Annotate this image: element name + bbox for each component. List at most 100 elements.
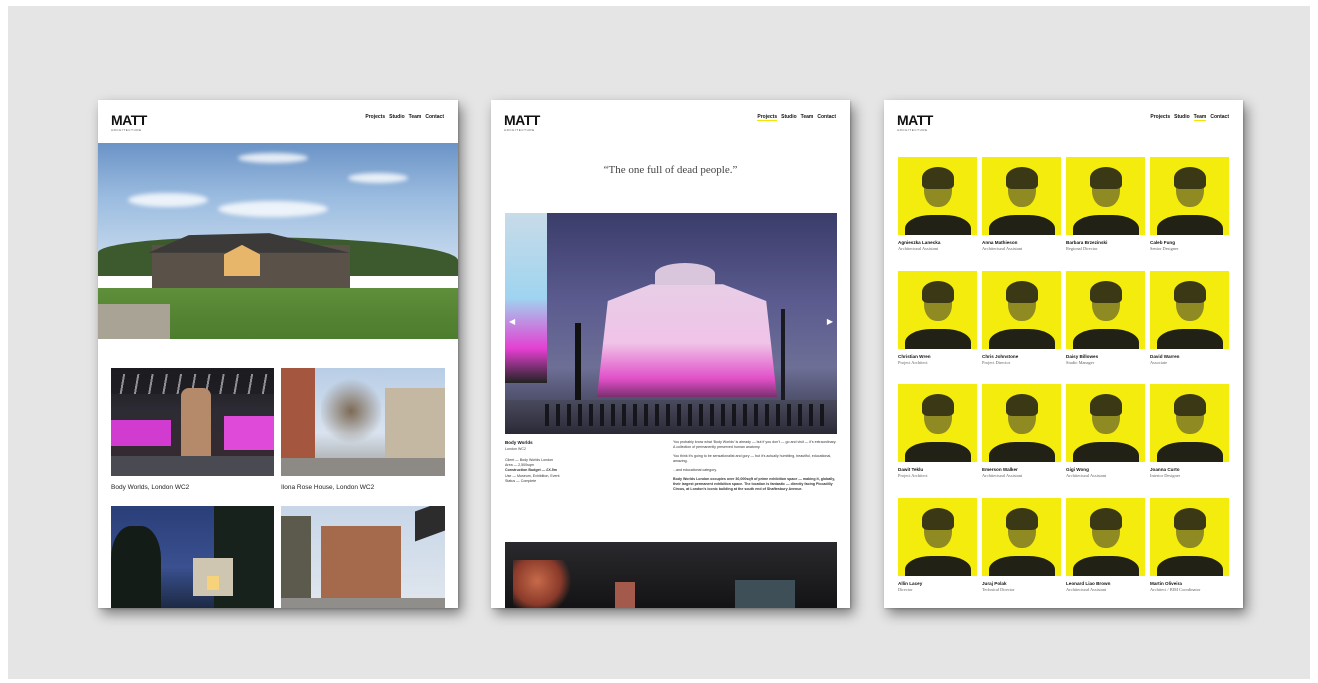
portrait-body	[1072, 215, 1139, 235]
team-member-portrait	[898, 384, 977, 462]
project-meta: Client — Body Worlds London Area — 2,500…	[505, 458, 560, 484]
portrait-body	[988, 556, 1055, 576]
team-member-role: Studio Manager	[1066, 360, 1095, 365]
nav-contact[interactable]: Contact	[425, 114, 444, 120]
team-member-card[interactable]: Dawit Teklu Project Architect	[898, 384, 977, 478]
project-caption[interactable]: Body Worlds, London WC2	[111, 484, 189, 491]
portrait-hair	[1005, 394, 1038, 416]
project-caption[interactable]: Ilona Rose House, London WC2	[281, 484, 374, 491]
logo[interactable]: MATT ARCHITECTURE	[504, 113, 540, 132]
second-image-exhibit	[615, 582, 635, 608]
team-member-card[interactable]: Emerson Walker Architectural Assistant	[982, 384, 1061, 478]
nav-team[interactable]: Team	[409, 114, 422, 120]
portrait-body	[1156, 215, 1223, 235]
logo[interactable]: MATT ARCHITECTURE	[897, 113, 933, 132]
nav-projects[interactable]: Projects	[1150, 114, 1170, 121]
portrait-hair	[1005, 508, 1038, 530]
team-member-portrait	[982, 384, 1061, 462]
thumb-tree	[111, 526, 161, 608]
gallery-next-arrow-icon[interactable]: ▶	[827, 317, 833, 326]
team-member-portrait	[982, 498, 1061, 576]
team-member-card[interactable]: Agnieszka Lanecka Architectural Assistant	[898, 157, 977, 251]
project-gallery-image[interactable]: ◀ ▶	[505, 213, 837, 434]
project-thumb-night-house[interactable]	[111, 506, 274, 608]
team-member-portrait	[1066, 271, 1145, 349]
team-member-card[interactable]: Chris Johnstone Project Director	[982, 271, 1061, 365]
team-member-card[interactable]: Martin Oliveira Architect / BIM Coordinat…	[1150, 498, 1229, 592]
nav-team[interactable]: Team	[801, 114, 814, 121]
nav-projects[interactable]: Projects	[365, 114, 385, 120]
team-member-card[interactable]: Anna Mathieson Architectural Assistant	[982, 157, 1061, 251]
team-member-card[interactable]: Allin Lacey Director	[898, 498, 977, 592]
logo-subtitle: ARCHITECTURE	[111, 128, 142, 132]
thumb-building	[321, 526, 401, 600]
description-paragraph: You probably know what ‘Body Worlds’ is …	[673, 440, 837, 449]
hero-cloud	[238, 153, 308, 163]
nav-studio[interactable]: Studio	[781, 114, 797, 121]
second-image-exhibit	[513, 560, 573, 608]
project-second-image[interactable]	[505, 542, 837, 608]
portrait-body	[988, 215, 1055, 235]
nav-projects[interactable]: Projects	[757, 114, 778, 121]
team-member-role: Architect / BIM Coordinator	[1150, 587, 1201, 592]
team-member-portrait	[1066, 157, 1145, 235]
team-member-portrait	[1150, 384, 1229, 462]
gallery-prev-arrow-icon[interactable]: ◀	[509, 317, 515, 326]
portrait-hair	[1173, 394, 1206, 416]
portrait-hair	[1089, 508, 1122, 530]
nav-contact[interactable]: Contact	[817, 114, 836, 121]
team-member-card[interactable]: Gigi Wong Architectural Assistant	[1066, 384, 1145, 478]
team-member-name: Leonard Liao Brown	[1066, 581, 1111, 586]
team-member-portrait	[898, 271, 977, 349]
hero-image[interactable]	[98, 143, 458, 339]
team-member-card[interactable]: Christian Wren Project Architect	[898, 271, 977, 365]
team-member-name: Chris Johnstone	[982, 354, 1019, 359]
team-member-card[interactable]: Juraj Polak Technical Director	[982, 498, 1061, 592]
team-member-name: Allin Lacey	[898, 581, 923, 586]
team-member-card[interactable]: David Warren Associate	[1150, 271, 1229, 365]
team-member-card[interactable]: Joanna Curto Interior Designer	[1150, 384, 1229, 478]
logo-mark: MATT	[897, 112, 933, 128]
nav-team[interactable]: Team	[1193, 114, 1207, 121]
thumb-floor	[111, 456, 274, 476]
team-member-card[interactable]: Daisy Billowes Studio Manager	[1066, 271, 1145, 365]
portrait-body	[904, 215, 971, 235]
team-member-role: Project Director	[982, 360, 1011, 365]
team-member-name: Daisy Billowes	[1066, 354, 1099, 359]
team-member-card[interactable]: Barbara Brzezinski Regional Director	[1066, 157, 1145, 251]
project-thumb-brick-block[interactable]	[281, 506, 445, 608]
team-member-card[interactable]: Leonard Liao Brown Architectural Assistan…	[1066, 498, 1145, 592]
portrait-body	[988, 442, 1055, 462]
project-thumb-body-worlds[interactable]	[111, 368, 274, 476]
nav-studio[interactable]: Studio	[389, 114, 405, 120]
nav-studio[interactable]: Studio	[1174, 114, 1190, 121]
team-member-name: Joanna Curto	[1150, 467, 1180, 472]
thumb-building	[385, 388, 445, 468]
team-member-role: Technical Director	[982, 587, 1015, 592]
project-thumb-ilona-rose[interactable]	[281, 368, 445, 476]
nav-contact[interactable]: Contact	[1210, 114, 1229, 121]
main-nav: Projects Studio Team Contact	[1150, 114, 1229, 121]
team-member-name: Agnieszka Lanecka	[898, 240, 941, 245]
team-member-role: Senior Designer	[1150, 246, 1179, 251]
gallery-dome	[655, 263, 715, 285]
team-member-role: Architectural Assistant	[1066, 473, 1107, 478]
portrait-hair	[1173, 508, 1206, 530]
portrait-hair	[1173, 167, 1206, 189]
team-member-role: Architectural Assistant	[1066, 587, 1107, 592]
portrait-body	[904, 329, 971, 349]
meta-budget: Construction Budget — £X.5m	[505, 468, 557, 473]
logo-subtitle: ARCHITECTURE	[897, 128, 928, 132]
hero-cloud	[348, 173, 408, 183]
portrait-hair	[1089, 281, 1122, 303]
team-member-portrait	[1150, 271, 1229, 349]
project-description: You probably know what ‘Body Worlds’ is …	[673, 440, 838, 496]
portrait-body	[1072, 442, 1139, 462]
hero-cloud	[128, 193, 208, 207]
team-page: MATT ARCHITECTURE Projects Studio Team C…	[884, 100, 1243, 608]
description-paragraph: Body Worlds London occupies over 30,000s…	[673, 477, 836, 491]
mockup-stage: MATT ARCHITECTURE Projects Studio Team C…	[8, 6, 1310, 679]
logo[interactable]: MATT ARCHITECTURE	[111, 113, 147, 132]
team-member-name: Anna Mathieson	[982, 240, 1018, 245]
team-member-card[interactable]: Caleb Fung Senior Designer	[1150, 157, 1229, 251]
